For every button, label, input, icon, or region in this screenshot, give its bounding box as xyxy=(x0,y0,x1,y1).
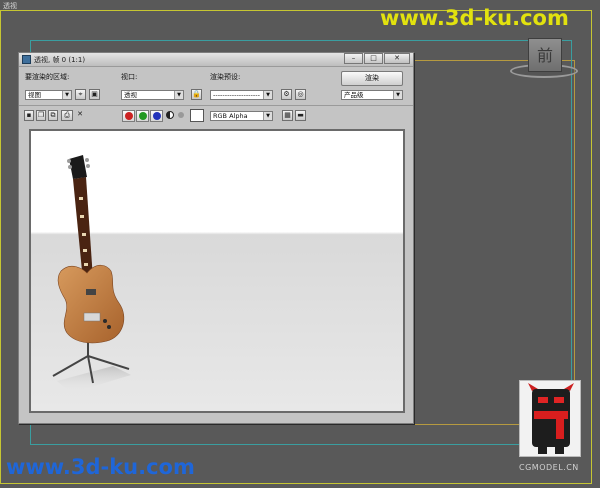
preset-label: 渲染预设: xyxy=(210,73,241,81)
chevron-down-icon: ▼ xyxy=(174,91,183,99)
chevron-down-icon: ▼ xyxy=(393,91,402,99)
edit-region-icon[interactable]: ⌖ xyxy=(75,89,86,100)
app-icon xyxy=(22,55,31,64)
render-setup-icon[interactable]: ⚙ xyxy=(281,89,292,100)
area-dropdown-value: 视图 xyxy=(28,91,41,99)
display-alpha-icon[interactable]: ▦ xyxy=(282,110,293,121)
save-image-icon[interactable]: ▪ xyxy=(24,110,34,121)
pickup xyxy=(86,289,96,295)
blue-channel-icon xyxy=(153,112,161,120)
preset-dropdown[interactable]: -------------------- ▼ xyxy=(210,90,273,100)
cgmodel-logo-text: CGMODEL.CN xyxy=(519,463,579,472)
viewport-dropdown[interactable]: 透视 ▼ xyxy=(121,90,184,100)
watermark-top: www.3d-ku.com xyxy=(380,6,569,30)
clear-icon[interactable]: ✕ xyxy=(75,110,85,121)
cgmodel-mascot xyxy=(528,383,574,454)
red-channel-button[interactable] xyxy=(122,110,135,122)
chevron-down-icon: ▼ xyxy=(263,91,272,99)
render-canvas xyxy=(29,129,405,413)
title-bar[interactable]: 透视, 帧 0 (1:1) – □ ✕ xyxy=(19,53,413,67)
mono-icon xyxy=(166,111,174,119)
close-button[interactable]: ✕ xyxy=(384,53,410,64)
viewport-select-label: 视口: xyxy=(121,73,138,81)
copy-image-icon[interactable]: ❐ xyxy=(36,110,46,121)
viewcube[interactable]: 前 xyxy=(508,38,580,78)
bridge xyxy=(83,312,101,322)
preset-dropdown-value: -------------------- xyxy=(213,91,260,99)
red-channel-icon xyxy=(125,112,133,120)
green-channel-icon xyxy=(139,112,147,120)
window-title: 透视, 帧 0 (1:1) xyxy=(34,56,86,64)
render-button[interactable]: 渲染 xyxy=(341,71,403,86)
watermark-bottom: www.3d-ku.com xyxy=(6,455,195,479)
channel-dropdown-value: RGB Alpha xyxy=(213,112,248,120)
green-channel-button[interactable] xyxy=(136,110,149,122)
alpha-channel-button[interactable] xyxy=(176,110,189,122)
lock-icon[interactable]: 🔒 xyxy=(191,89,202,100)
chevron-down-icon: ▼ xyxy=(263,112,272,120)
print-icon[interactable]: ⎙ xyxy=(61,110,73,121)
alpha-channel-icon xyxy=(178,112,184,118)
channel-dropdown[interactable]: RGB Alpha ▼ xyxy=(210,111,273,121)
toolbar-separator xyxy=(19,105,413,106)
environment-icon[interactable]: ◎ xyxy=(295,89,306,100)
viewcube-front-face[interactable]: 前 xyxy=(528,38,562,72)
guitar-body xyxy=(57,264,125,344)
guitar-render xyxy=(52,155,131,393)
auto-region-icon[interactable]: ▣ xyxy=(89,89,100,100)
viewport-dropdown-value: 透视 xyxy=(124,91,137,99)
guitar-neck xyxy=(73,177,93,281)
color-swatch[interactable] xyxy=(190,109,204,122)
maximize-button[interactable]: □ xyxy=(364,53,383,64)
area-dropdown[interactable]: 视图 ▼ xyxy=(25,90,72,100)
floor-reflection xyxy=(57,366,131,393)
product-level-dropdown[interactable]: 产品级 ▼ xyxy=(341,90,403,100)
toggle-ui-icon[interactable]: ▬ xyxy=(295,110,306,121)
area-label: 要渲染的区域: xyxy=(25,73,70,81)
clone-frame-icon[interactable]: ⧉ xyxy=(48,110,58,121)
rendered-frame-window: 透视, 帧 0 (1:1) – □ ✕ 要渲染的区域: 视口: 渲染预设: 渲染… xyxy=(18,52,414,424)
blue-channel-button[interactable] xyxy=(150,110,163,122)
product-level-value: 产品级 xyxy=(344,91,364,99)
cgmodel-logo xyxy=(519,380,581,457)
chevron-down-icon: ▼ xyxy=(62,91,71,99)
minimize-button[interactable]: – xyxy=(344,53,363,64)
